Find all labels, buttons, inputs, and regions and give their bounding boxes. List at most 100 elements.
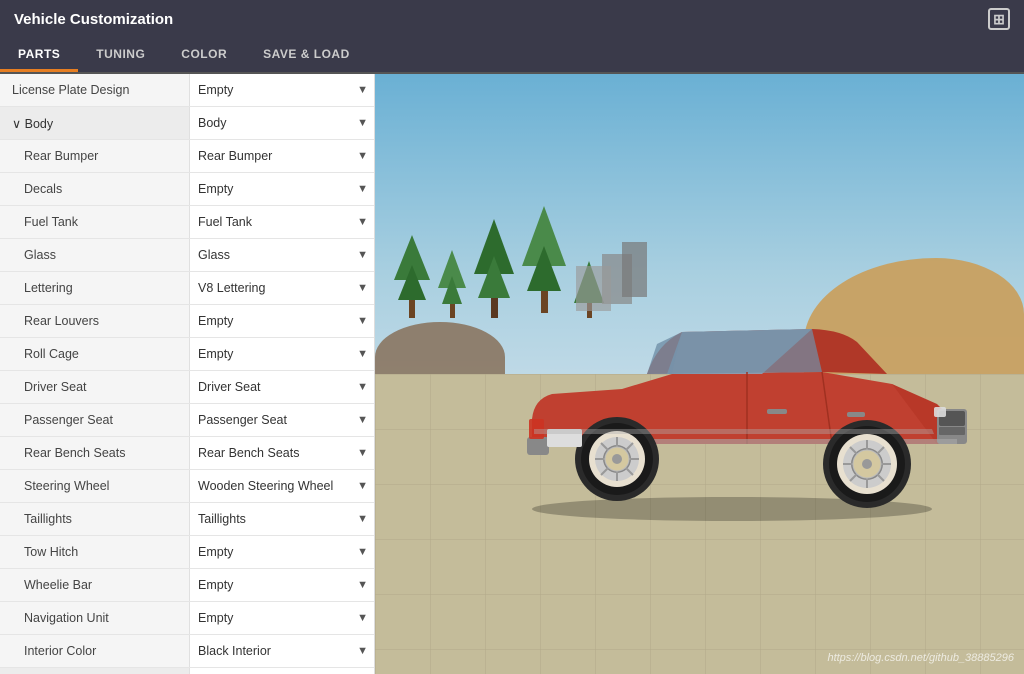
part-value: Empty bbox=[198, 182, 353, 196]
part-row[interactable]: Rear Louvers Empty ▼ bbox=[0, 305, 374, 338]
main-content: License Plate DesignEmpty▼∨ BodyBody▼Rea… bbox=[0, 74, 1024, 674]
part-label: Taillights bbox=[0, 506, 189, 532]
dropdown-arrow-icon: ▼ bbox=[357, 447, 368, 459]
part-label: Rear Louvers bbox=[0, 308, 189, 334]
part-value: Rear Bumper bbox=[198, 149, 353, 163]
dropdown-arrow-icon: ▼ bbox=[357, 480, 368, 492]
part-value: V8 Lettering bbox=[198, 281, 353, 295]
part-label: Driver Seat bbox=[0, 374, 189, 400]
part-value-cell[interactable]: Empty ▼ bbox=[189, 569, 374, 601]
upload-icon[interactable]: ⊞ bbox=[988, 8, 1010, 30]
tab-parts[interactable]: PARTS bbox=[0, 38, 78, 72]
part-row[interactable]: Interior ColorBlack Interior▼ bbox=[0, 635, 374, 668]
part-label: Lettering bbox=[0, 275, 189, 301]
part-value-cell[interactable]: Taillights▼ bbox=[189, 503, 374, 535]
dropdown-arrow-icon: ▼ bbox=[357, 249, 368, 261]
part-label: License Plate Design bbox=[0, 77, 189, 103]
part-value-cell[interactable]: Empty▼ bbox=[189, 602, 374, 634]
part-value: Wooden Steering Wheel bbox=[198, 479, 353, 493]
dropdown-arrow-icon: ▼ bbox=[357, 381, 368, 393]
part-row[interactable]: Fuel TankFuel Tank▼ bbox=[0, 206, 374, 239]
game-viewport: https://blog.csdn.net/github_38885296 bbox=[375, 74, 1024, 674]
part-value: Taillights bbox=[198, 512, 353, 526]
part-label: Passenger Seat bbox=[0, 407, 189, 433]
part-value-cell[interactable]: Rear Bumper▼ bbox=[189, 140, 374, 172]
dropdown-arrow-icon: ▼ bbox=[357, 84, 368, 96]
part-value-cell[interactable]: Fuel Tank▼ bbox=[189, 206, 374, 238]
part-value: Black Interior bbox=[198, 644, 353, 658]
tab-save-load[interactable]: SAVE & LOAD bbox=[245, 38, 368, 72]
car-display bbox=[472, 244, 992, 524]
part-row[interactable]: Driver Seat Driver Seat ▼ bbox=[0, 371, 374, 404]
tab-color[interactable]: COLOR bbox=[163, 38, 245, 72]
part-row[interactable]: Rear Bench Seats Rear Bench Seats ▼ bbox=[0, 437, 374, 470]
part-value-cell[interactable]: Front Left Door▼ bbox=[189, 668, 374, 674]
part-row[interactable]: Tow Hitch Empty ▼ bbox=[0, 536, 374, 569]
part-label: Navigation Unit bbox=[0, 605, 189, 631]
part-row[interactable]: Glass Glass ▼ bbox=[0, 239, 374, 272]
part-value: Body bbox=[198, 116, 353, 130]
part-value-cell[interactable]: Empty ▼ bbox=[189, 173, 374, 205]
part-value: Empty bbox=[198, 545, 353, 559]
part-value-cell[interactable]: Empty ▼ bbox=[189, 536, 374, 568]
part-value: Empty bbox=[198, 83, 353, 97]
part-value-cell[interactable]: Empty ▼ bbox=[189, 338, 374, 370]
dropdown-arrow-icon: ▼ bbox=[357, 348, 368, 360]
dropdown-arrow-icon: ▼ bbox=[357, 645, 368, 657]
dropdown-arrow-icon: ▼ bbox=[357, 414, 368, 426]
parts-panel: License Plate DesignEmpty▼∨ BodyBody▼Rea… bbox=[0, 74, 375, 674]
tab-tuning[interactable]: TUNING bbox=[78, 38, 163, 72]
part-row[interactable]: Navigation UnitEmpty▼ bbox=[0, 602, 374, 635]
car-svg bbox=[472, 244, 992, 524]
part-label: Wheelie Bar bbox=[0, 572, 189, 598]
part-value-cell[interactable]: Wooden Steering Wheel ▼ bbox=[189, 470, 374, 502]
part-value: Driver Seat bbox=[198, 380, 353, 394]
part-value: Empty bbox=[198, 347, 353, 361]
part-label: ∨ Body bbox=[0, 110, 189, 137]
dropdown-arrow-icon: ▼ bbox=[357, 546, 368, 558]
part-label: Decals bbox=[0, 176, 189, 202]
part-value-cell[interactable]: Passenger Seat ▼ bbox=[189, 404, 374, 436]
part-row[interactable]: Passenger Seat Passenger Seat ▼ bbox=[0, 404, 374, 437]
part-value-cell[interactable]: Body ▼ bbox=[189, 107, 374, 139]
part-value: Fuel Tank bbox=[198, 215, 353, 229]
part-label: Glass bbox=[0, 242, 189, 268]
part-label: Rear Bumper bbox=[0, 143, 189, 169]
part-row[interactable]: License Plate Design Empty ▼ bbox=[0, 74, 374, 107]
part-label: Steering Wheel bbox=[0, 473, 189, 499]
part-label: Rear Bench Seats bbox=[0, 440, 189, 466]
part-row[interactable]: Rear BumperRear Bumper▼ bbox=[0, 140, 374, 173]
part-label: Roll Cage bbox=[0, 341, 189, 367]
part-value: Empty bbox=[198, 314, 353, 328]
part-row[interactable]: TaillightsTaillights▼ bbox=[0, 503, 374, 536]
title-bar: Vehicle Customization ⊞ bbox=[0, 0, 1024, 38]
part-value: Empty bbox=[198, 611, 353, 625]
part-value-cell[interactable]: Driver Seat ▼ bbox=[189, 371, 374, 403]
part-value-cell[interactable]: Glass ▼ bbox=[189, 239, 374, 271]
dropdown-arrow-icon: ▼ bbox=[357, 282, 368, 294]
dropdown-arrow-icon: ▼ bbox=[357, 579, 368, 591]
dropdown-arrow-icon: ▼ bbox=[357, 315, 368, 327]
part-value: Rear Bench Seats bbox=[198, 446, 353, 460]
app-title: Vehicle Customization bbox=[14, 11, 173, 28]
part-row[interactable]: Lettering V8 Lettering ▼ bbox=[0, 272, 374, 305]
part-value-cell[interactable]: Black Interior ▼ bbox=[189, 635, 374, 667]
part-row[interactable]: ∨ Body Body ▼ bbox=[0, 107, 374, 140]
part-value: Empty bbox=[198, 578, 353, 592]
part-value-cell[interactable]: Empty ▼ bbox=[189, 305, 374, 337]
dropdown-arrow-icon: ▼ bbox=[357, 117, 368, 129]
part-value: Glass bbox=[198, 248, 353, 262]
part-label: Fuel Tank bbox=[0, 209, 189, 235]
dropdown-arrow-icon: ▼ bbox=[357, 183, 368, 195]
watermark: https://blog.csdn.net/github_38885296 bbox=[827, 652, 1014, 664]
part-value-cell[interactable]: Empty ▼ bbox=[189, 74, 374, 106]
part-value-cell[interactable]: V8 Lettering ▼ bbox=[189, 272, 374, 304]
part-row[interactable]: Roll Cage Empty ▼ bbox=[0, 338, 374, 371]
part-label: Tow Hitch bbox=[0, 539, 189, 565]
part-row[interactable]: Decals Empty ▼ bbox=[0, 173, 374, 206]
part-value: Passenger Seat bbox=[198, 413, 353, 427]
part-row[interactable]: Wheelie Bar Empty ▼ bbox=[0, 569, 374, 602]
part-value-cell[interactable]: Rear Bench Seats ▼ bbox=[189, 437, 374, 469]
part-row[interactable]: Steering Wheel Wooden Steering Wheel ▼ bbox=[0, 470, 374, 503]
part-row[interactable]: › Front Left DoorFront Left Door▼ bbox=[0, 668, 374, 674]
